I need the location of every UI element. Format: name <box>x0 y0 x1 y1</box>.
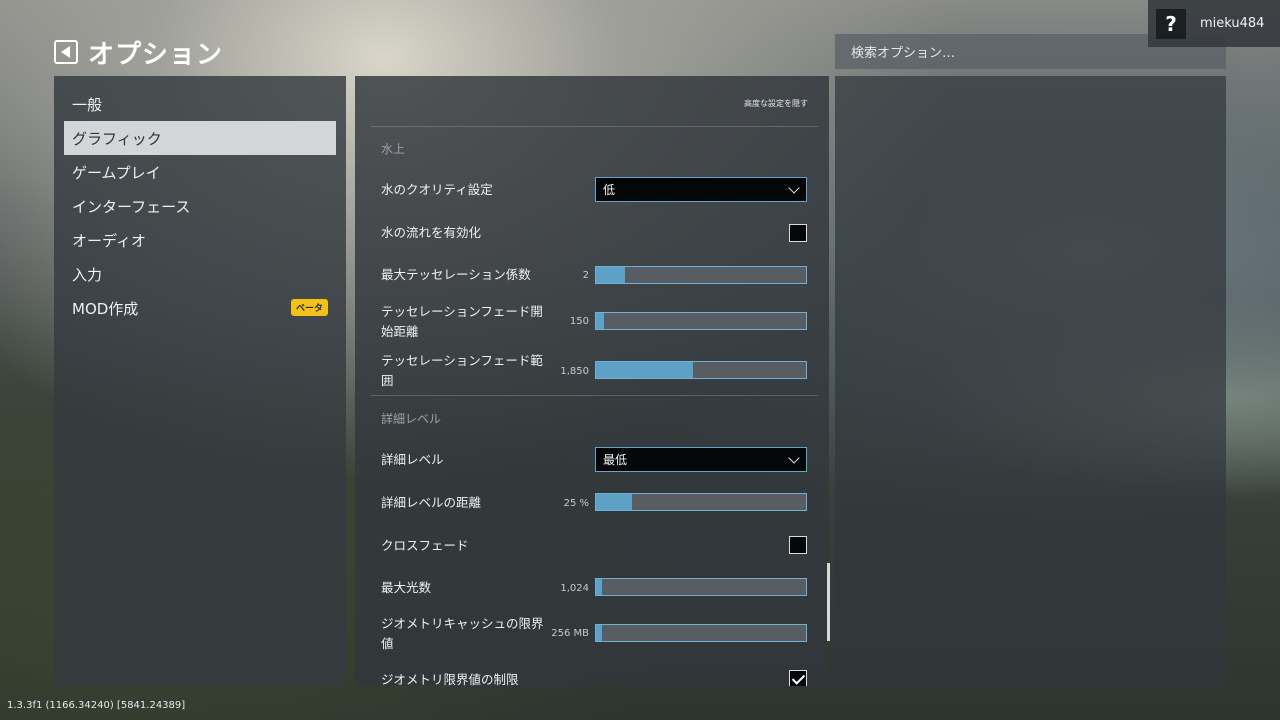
max-lights-value: 1,024 <box>560 583 589 594</box>
section-divider <box>371 126 818 127</box>
geometry-cache-slider[interactable] <box>595 624 807 642</box>
page-title: オプション <box>88 40 224 70</box>
slider-fill <box>596 267 626 283</box>
tess-fade-range-value: 1,850 <box>560 366 589 377</box>
version-text: 1.3.3f1 (1166.34240) [5841.24389] <box>7 700 186 711</box>
max-lights-slider[interactable] <box>595 578 807 596</box>
sidebar-item-general[interactable]: 一般 <box>64 87 336 121</box>
sidebar-item-label: インターフェース <box>72 197 191 216</box>
lod-distance-slider[interactable] <box>595 493 807 511</box>
sidebar-item-input[interactable]: 入力 <box>64 257 336 291</box>
water-flow-label: 水の流れを有効化 <box>381 225 482 240</box>
geometry-limit-checkbox[interactable] <box>789 670 807 686</box>
dropdown-value: 低 <box>603 183 616 197</box>
sidebar-item-graphics[interactable]: グラフィック <box>64 121 336 155</box>
geometry-limit-label: ジオメトリ限界値の制限 <box>381 672 519 686</box>
lod-distance-value: 25 % <box>563 498 589 509</box>
sidebar-item-audio[interactable]: オーディオ <box>64 223 336 257</box>
section-header-lod: 詳細レベル <box>381 412 442 426</box>
max-lights-label: 最大光数 <box>381 580 432 595</box>
lod-level-dropdown[interactable]: 最低 <box>595 447 807 472</box>
section-header-water: 水上 <box>381 142 406 156</box>
chevron-down-icon <box>788 452 800 464</box>
sidebar-item-label: オーディオ <box>72 231 146 250</box>
slider-fill <box>596 494 632 510</box>
geometry-cache-label: ジオメトリキャッシュの限界値 <box>381 616 544 651</box>
water-flow-checkbox[interactable] <box>789 224 807 242</box>
username: mieku484 <box>1200 16 1265 31</box>
water-quality-dropdown[interactable]: 低 <box>595 177 807 202</box>
back-button[interactable] <box>54 40 78 64</box>
crossfade-label: クロスフェード <box>381 538 469 553</box>
lod-level-label: 詳細レベル <box>381 452 444 467</box>
options-sidebar: 一般 グラフィック ゲームプレイ インターフェース オーディオ 入力 MOD作成… <box>54 76 346 686</box>
sidebar-item-modding[interactable]: MOD作成 ベータ <box>64 291 336 325</box>
slider-fill <box>596 313 605 329</box>
section-divider <box>371 395 818 396</box>
back-arrow-icon <box>60 46 70 58</box>
water-quality-label: 水のクオリティ設定 <box>381 182 493 197</box>
max-tessellation-value: 2 <box>582 270 589 281</box>
tess-fade-range-slider[interactable] <box>595 361 807 379</box>
max-tessellation-slider[interactable] <box>595 266 807 284</box>
hide-advanced-button[interactable]: 高度な設定を隠す <box>744 98 808 109</box>
sidebar-item-gameplay[interactable]: ゲームプレイ <box>64 155 336 189</box>
tess-fade-start-slider[interactable] <box>595 312 807 330</box>
sidebar-item-label: 一般 <box>72 95 103 114</box>
sidebar-item-label: グラフィック <box>72 129 162 148</box>
beta-badge: ベータ <box>290 299 328 316</box>
sidebar-item-interface[interactable]: インターフェース <box>64 189 336 223</box>
sidebar-item-label: 入力 <box>72 265 103 284</box>
tess-fade-start-label: テッセレーションフェード開始距離 <box>381 304 543 339</box>
slider-fill <box>596 625 603 641</box>
tess-fade-start-value: 150 <box>569 316 589 327</box>
chevron-down-icon <box>788 182 800 194</box>
max-tessellation-label: 最大テッセレーション係数 <box>381 267 531 282</box>
slider-fill <box>596 362 693 378</box>
description-panel <box>835 76 1226 686</box>
graphics-settings-panel: 高度な設定を隠す 水上 水のクオリティ設定 低 水の流れを有効化 最大テッセレー… <box>355 76 829 686</box>
help-icon[interactable]: ? <box>1156 8 1186 39</box>
tess-fade-range-label: テッセレーションフェード範囲 <box>381 353 543 388</box>
sidebar-item-label: MOD作成 <box>72 299 139 318</box>
slider-fill <box>596 579 603 595</box>
geometry-cache-value: 256 MB <box>551 628 589 639</box>
crossfade-checkbox[interactable] <box>789 536 807 554</box>
lod-distance-label: 詳細レベルの距離 <box>381 495 482 510</box>
settings-scrollbar[interactable] <box>827 563 830 641</box>
dropdown-value: 最低 <box>603 453 628 467</box>
user-box: ? mieku484 <box>1148 0 1280 47</box>
sidebar-item-label: ゲームプレイ <box>72 163 161 182</box>
